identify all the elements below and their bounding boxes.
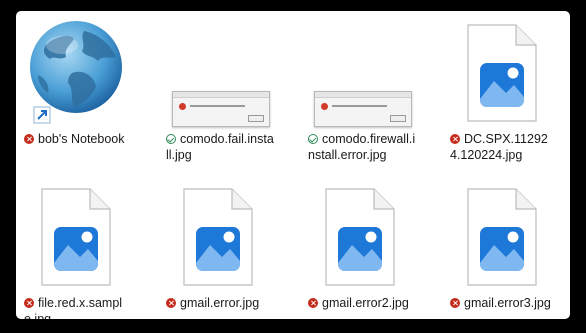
image-file-icon bbox=[467, 24, 537, 122]
file-item-dc-spx[interactable]: DC.SPX.112924.120224.jpg bbox=[442, 15, 562, 165]
synced-status-icon bbox=[166, 134, 176, 144]
error-status-icon bbox=[24, 134, 34, 144]
file-name-label: gmail.error2.jpg bbox=[308, 295, 416, 311]
file-item-gmail-error3[interactable]: gmail.error3.jpg bbox=[442, 179, 562, 319]
file-item-bobs-notebook[interactable]: bob's Notebook bbox=[16, 15, 136, 165]
error-status-icon bbox=[308, 298, 318, 308]
synced-status-icon bbox=[308, 134, 318, 144]
file-name-label: comodo.fail.install.jpg bbox=[166, 132, 274, 162]
file-name-label: gmail.error3.jpg bbox=[450, 295, 558, 311]
error-status-icon bbox=[166, 298, 176, 308]
screenshot-thumbnail-icon bbox=[172, 91, 270, 127]
file-item-comodo-fail-install[interactable]: comodo.fail.install.jpg bbox=[158, 15, 278, 165]
file-name-label: comodo.firewall.install.error.jpg bbox=[308, 132, 416, 162]
error-status-icon bbox=[450, 134, 460, 144]
error-status-icon bbox=[450, 298, 460, 308]
file-explorer-view: bob's Notebook comodo.fail.install.jpg c… bbox=[16, 11, 570, 319]
image-file-icon bbox=[325, 188, 395, 286]
file-item-gmail-error2[interactable]: gmail.error2.jpg bbox=[300, 179, 420, 319]
image-file-icon bbox=[467, 188, 537, 286]
screenshot-thumbnail-icon bbox=[314, 91, 412, 127]
file-item-file-red-x-sample[interactable]: file.red.x.sample.jpg bbox=[16, 179, 136, 319]
globe-icon bbox=[30, 21, 122, 124]
file-item-gmail-error[interactable]: gmail.error.jpg bbox=[158, 179, 278, 319]
image-file-icon bbox=[183, 188, 253, 286]
file-name-label: file.red.x.sample.jpg bbox=[24, 296, 123, 319]
error-status-icon bbox=[24, 298, 34, 308]
file-name-label: bob's Notebook bbox=[24, 131, 132, 147]
file-name-label: DC.SPX.112924.120224.jpg bbox=[450, 132, 548, 162]
image-file-icon bbox=[41, 188, 111, 286]
file-name-label: gmail.error.jpg bbox=[166, 295, 274, 311]
file-item-comodo-firewall-install-error[interactable]: comodo.firewall.install.error.jpg bbox=[300, 15, 420, 165]
